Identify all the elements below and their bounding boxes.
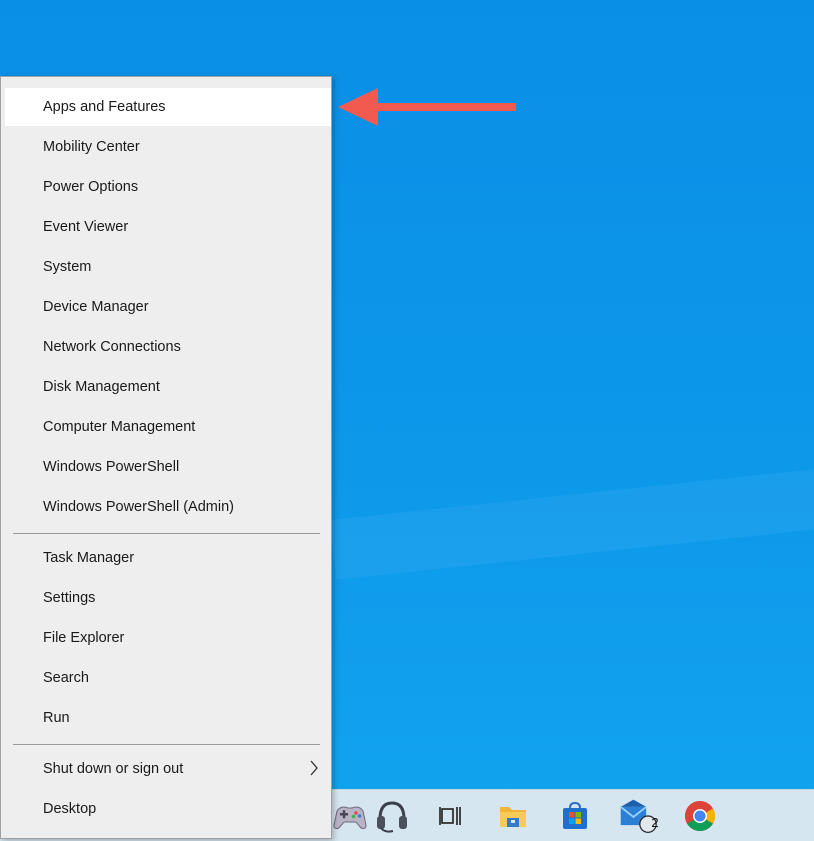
task-view-icon[interactable] — [430, 796, 470, 836]
winx-context-menu: Apps and Features Mobility Center Power … — [0, 76, 332, 839]
menu-item-settings[interactable]: Settings — [5, 579, 331, 617]
menu-item-label: Mobility Center — [43, 139, 140, 155]
mail-badge-count: 2 — [651, 815, 659, 830]
menu-separator — [13, 533, 320, 534]
chrome-icon[interactable] — [680, 796, 720, 836]
menu-item-network-connections[interactable]: Network Connections — [5, 328, 331, 366]
menu-item-label: Run — [43, 710, 70, 726]
menu-item-task-manager[interactable]: Task Manager — [5, 539, 331, 577]
menu-item-desktop[interactable]: Desktop — [5, 790, 331, 828]
menu-item-label: Power Options — [43, 179, 139, 195]
menu-item-computer-management[interactable]: Computer Management — [5, 408, 331, 446]
annotation-arrow-icon — [336, 86, 518, 133]
menu-item-label: Desktop — [43, 801, 97, 817]
menu-item-windows-powershell-admin[interactable]: Windows PowerShell (Admin) — [5, 488, 331, 526]
menu-item-label: Network Connections — [43, 339, 181, 355]
menu-item-label: Shut down or sign out — [43, 761, 184, 777]
menu-item-device-manager[interactable]: Device Manager — [5, 288, 331, 326]
menu-item-event-viewer[interactable]: Event Viewer — [5, 208, 331, 246]
microsoft-store-icon[interactable] — [555, 796, 595, 836]
menu-item-label: Search — [43, 670, 89, 686]
menu-item-shut-down-or-sign-out[interactable]: Shut down or sign out — [5, 750, 331, 788]
menu-item-label: Event Viewer — [43, 219, 129, 235]
menu-item-apps-and-features[interactable]: Apps and Features — [5, 88, 331, 126]
menu-item-file-explorer[interactable]: File Explorer — [5, 619, 331, 657]
menu-item-label: Windows PowerShell (Admin) — [43, 499, 234, 515]
menu-item-windows-powershell[interactable]: Windows PowerShell — [5, 448, 331, 486]
menu-item-label: Disk Management — [43, 379, 160, 395]
menu-item-search[interactable]: Search — [5, 659, 331, 697]
menu-item-mobility-center[interactable]: Mobility Center — [5, 128, 331, 166]
file-explorer-icon[interactable] — [493, 796, 533, 836]
menu-separator — [13, 744, 320, 745]
menu-item-disk-management[interactable]: Disk Management — [5, 368, 331, 406]
menu-item-label: Settings — [43, 590, 96, 606]
menu-item-run[interactable]: Run — [5, 699, 331, 737]
menu-item-label: Windows PowerShell — [43, 459, 180, 475]
chevron-right-icon — [309, 760, 319, 780]
menu-item-label: Computer Management — [43, 419, 196, 435]
menu-item-power-options[interactable]: Power Options — [5, 168, 331, 206]
menu-item-label: File Explorer — [43, 630, 125, 646]
menu-item-label: Task Manager — [43, 550, 135, 566]
menu-item-system[interactable]: System — [5, 248, 331, 286]
headset-icon[interactable] — [372, 796, 412, 836]
menu-item-label: Device Manager — [43, 299, 149, 315]
game-controller-icon[interactable] — [330, 796, 370, 836]
menu-item-label: System — [43, 259, 92, 275]
menu-item-label: Apps and Features — [43, 99, 166, 115]
mail-icon[interactable]: 2 — [618, 796, 659, 836]
wallpaper-light-streak — [330, 457, 814, 580]
